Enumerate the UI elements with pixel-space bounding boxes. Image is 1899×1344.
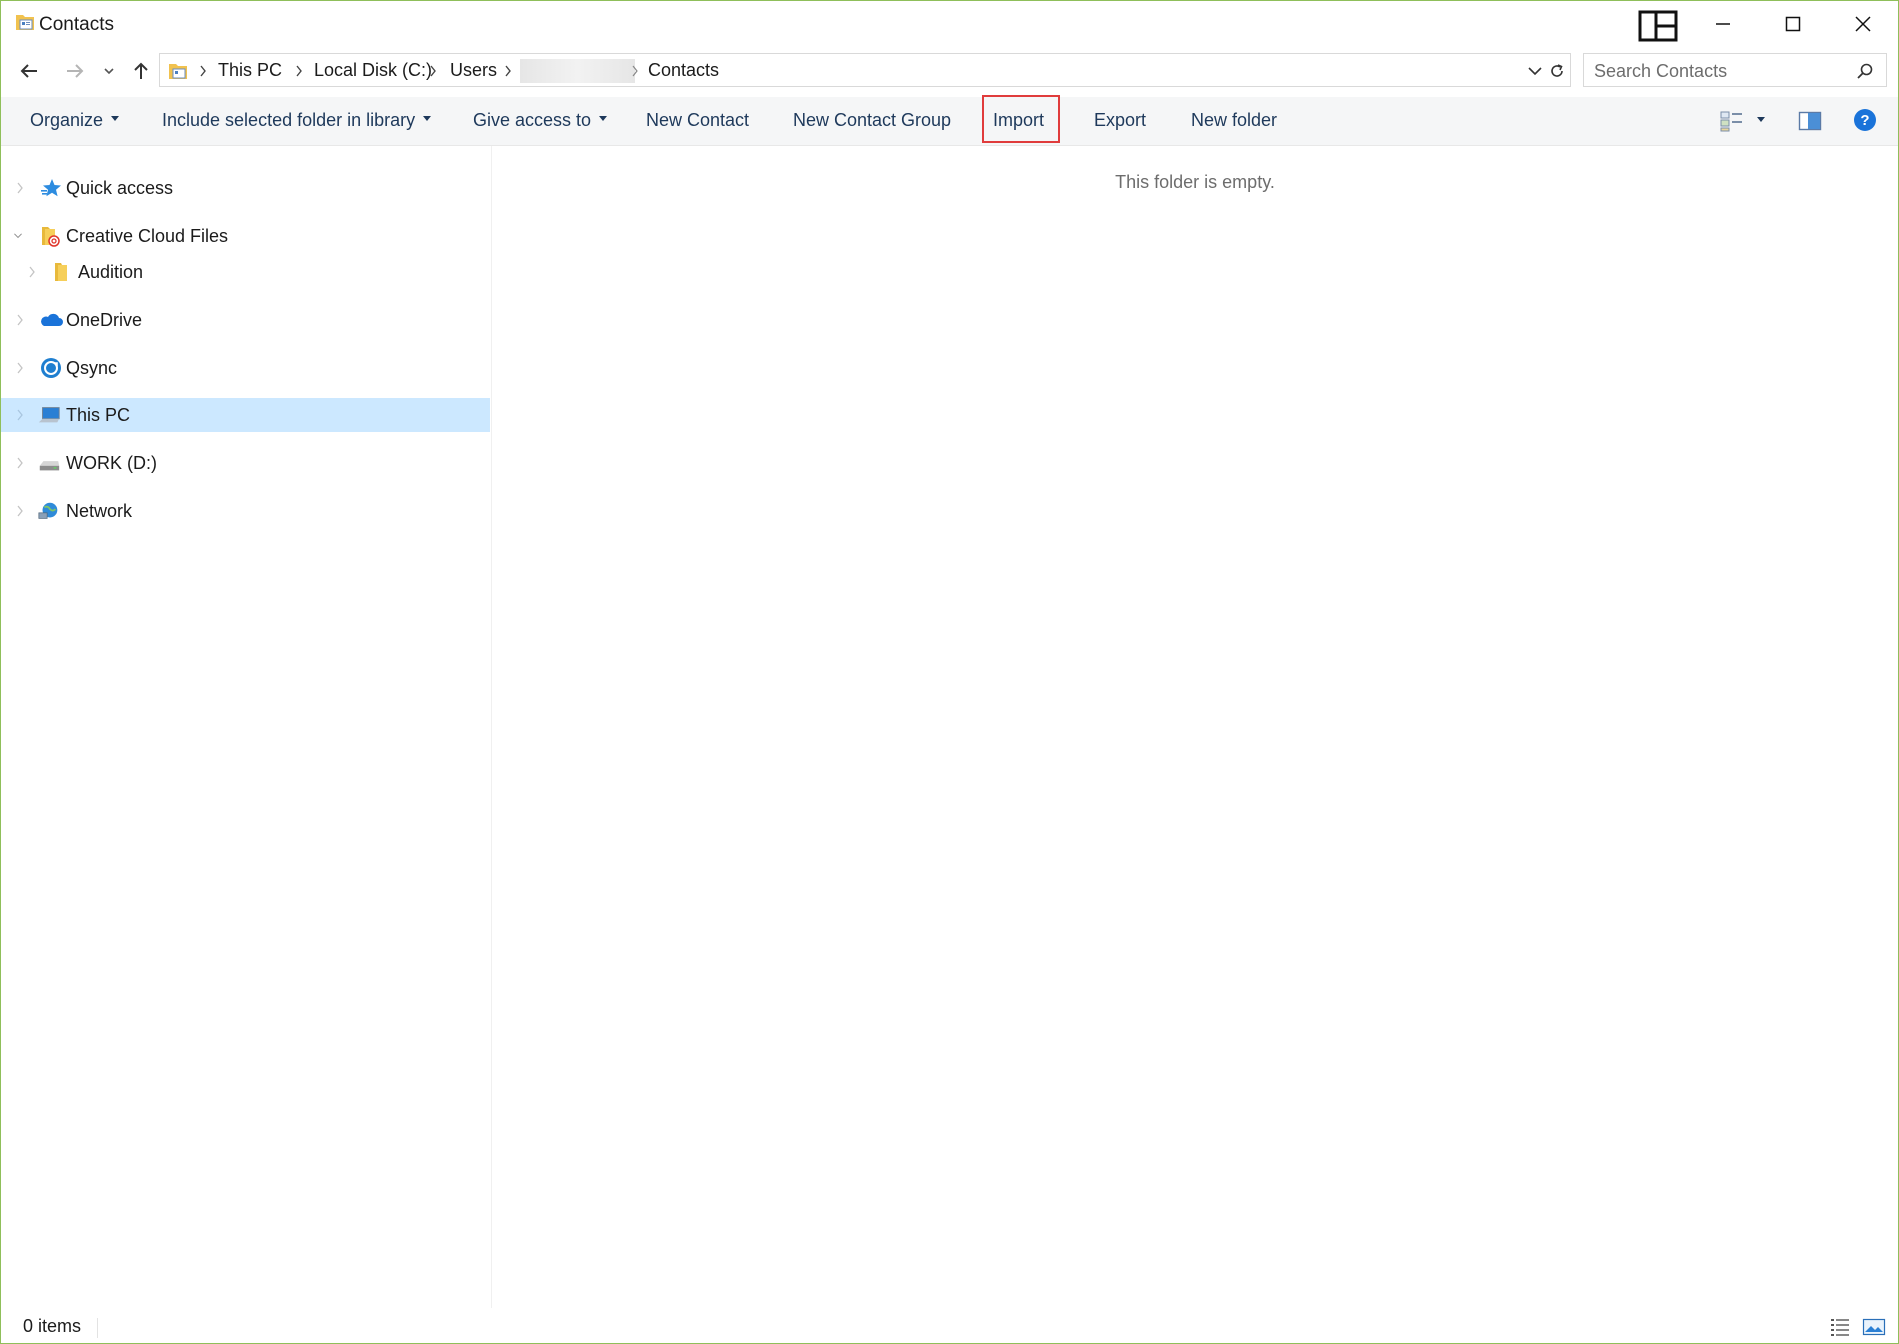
export-button[interactable]: Export: [1094, 110, 1146, 131]
breadcrumb-local-disk[interactable]: Local Disk (C:): [314, 60, 432, 81]
back-arrow-icon[interactable]: [15, 57, 43, 85]
navigation-pane: Quick access Creative Cloud Files Auditi…: [1, 146, 492, 1308]
breadcrumb-redacted-user[interactable]: [520, 59, 635, 83]
minimize-icon: [1716, 23, 1730, 25]
breadcrumb-separator-icon[interactable]: [294, 64, 304, 78]
dropdown-caret-icon: [111, 115, 120, 121]
include-library-label: Include selected folder in library: [162, 110, 416, 130]
chevron-right-icon[interactable]: [27, 265, 37, 279]
forward-arrow-icon[interactable]: [61, 57, 89, 85]
breadcrumb-contacts[interactable]: Contacts: [648, 60, 719, 81]
window-title: Contacts: [39, 14, 114, 35]
new-contact-group-button[interactable]: New Contact Group: [793, 110, 951, 131]
star-icon: [41, 179, 61, 197]
breadcrumb-separator-icon[interactable]: [630, 64, 640, 78]
chevron-right-icon[interactable]: [15, 361, 25, 375]
nav-item-creative-cloud-files[interactable]: Creative Cloud Files: [1, 219, 490, 253]
import-highlight-box: [982, 95, 1060, 143]
nav-item-this-pc[interactable]: This PC: [1, 398, 490, 432]
maximize-button[interactable]: [1758, 1, 1828, 47]
title-bar[interactable]: Contacts: [1, 1, 1898, 47]
minimize-button[interactable]: [1688, 1, 1758, 47]
status-divider: [97, 1318, 98, 1338]
organize-label: Organize: [30, 110, 104, 130]
nav-item-label: Quick access: [66, 178, 174, 198]
drive-icon: [39, 461, 60, 471]
nav-item-quick-access[interactable]: Quick access: [1, 171, 490, 205]
help-icon[interactable]: ?: [1853, 108, 1877, 132]
refresh-button[interactable]: [1543, 53, 1571, 87]
close-button[interactable]: [1828, 1, 1898, 47]
nav-item-qsync[interactable]: Qsync: [1, 351, 490, 385]
chevron-down-icon[interactable]: [13, 229, 23, 243]
chevron-right-icon[interactable]: [15, 504, 25, 518]
nav-item-label: WORK (D:): [66, 453, 157, 473]
new-folder-button[interactable]: New folder: [1191, 110, 1277, 131]
change-view-icon[interactable]: [1719, 109, 1745, 133]
dropdown-caret-icon: [599, 115, 608, 121]
close-icon: [1855, 16, 1871, 32]
maximize-icon: [1785, 16, 1801, 32]
breadcrumb-separator-icon[interactable]: [198, 64, 208, 78]
organize-menu[interactable]: Organize: [30, 110, 120, 131]
address-row: This PC Local Disk (C:) Users Contacts: [1, 51, 1898, 91]
give-access-label: Give access to: [473, 110, 592, 130]
nav-item-label: OneDrive: [66, 310, 143, 330]
nav-item-label: Qsync: [66, 358, 118, 378]
search-icon[interactable]: [1856, 62, 1874, 80]
nav-item-onedrive[interactable]: OneDrive: [1, 303, 490, 337]
chevron-right-icon[interactable]: [15, 408, 25, 422]
status-bar: 0 items: [1, 1311, 1898, 1343]
empty-folder-message: This folder is empty.: [1115, 172, 1275, 192]
chevron-right-icon[interactable]: [15, 313, 25, 327]
dropdown-caret-icon: [423, 115, 432, 121]
file-list-area[interactable]: This folder is empty.: [492, 146, 1898, 1308]
search-input[interactable]: [1592, 54, 1846, 88]
chevron-right-icon[interactable]: [15, 181, 25, 195]
command-bar: Organize Include selected folder in libr…: [1, 97, 1898, 146]
qsync-icon: [41, 358, 61, 378]
onedrive-cloud-icon: [41, 313, 63, 326]
item-count: 0 items: [23, 1316, 82, 1336]
preview-pane-icon[interactable]: [1798, 110, 1822, 132]
large-icons-view-icon[interactable]: [1862, 1316, 1886, 1338]
breadcrumb-users[interactable]: Users: [450, 60, 497, 81]
address-bar[interactable]: This PC Local Disk (C:) Users Contacts: [159, 53, 1571, 87]
network-icon: [38, 502, 58, 519]
nav-item-network[interactable]: Network: [1, 494, 490, 528]
contacts-folder-icon: [169, 64, 187, 79]
explorer-window: Contacts This PC Local Disk (C:) Users C…: [0, 0, 1899, 1344]
nav-item-work-drive[interactable]: WORK (D:): [1, 446, 490, 480]
give-access-menu[interactable]: Give access to: [473, 110, 608, 131]
svg-text:?: ?: [1860, 112, 1869, 129]
up-arrow-icon[interactable]: [127, 57, 155, 85]
new-contact-button[interactable]: New Contact: [646, 110, 749, 131]
nav-item-label: This PC: [66, 405, 131, 425]
search-box[interactable]: [1583, 53, 1887, 88]
view-options-caret-icon[interactable]: [1757, 117, 1765, 122]
breadcrumb-separator-icon[interactable]: [503, 64, 513, 78]
chevron-down-icon[interactable]: [99, 57, 119, 85]
folder-icon: [55, 263, 67, 281]
nav-item-audition[interactable]: Audition: [1, 255, 490, 289]
refresh-icon: [1551, 64, 1563, 77]
address-history-chevron-icon[interactable]: [1526, 62, 1544, 80]
chevron-right-icon[interactable]: [15, 456, 25, 470]
include-in-library-menu[interactable]: Include selected folder in library: [162, 110, 432, 131]
breadcrumb-separator-icon[interactable]: [428, 64, 438, 78]
nav-item-label: Creative Cloud Files: [66, 226, 229, 246]
computer-icon: [38, 407, 60, 423]
breadcrumb-this-pc[interactable]: This PC: [218, 60, 282, 81]
creative-cloud-folder-icon: [42, 227, 60, 247]
nav-item-label: Network: [66, 501, 133, 521]
details-view-icon[interactable]: [1829, 1316, 1851, 1338]
nav-item-label: Audition: [78, 262, 144, 282]
contacts-folder-icon: [16, 15, 34, 30]
snap-layout-icon[interactable]: [1638, 10, 1678, 42]
